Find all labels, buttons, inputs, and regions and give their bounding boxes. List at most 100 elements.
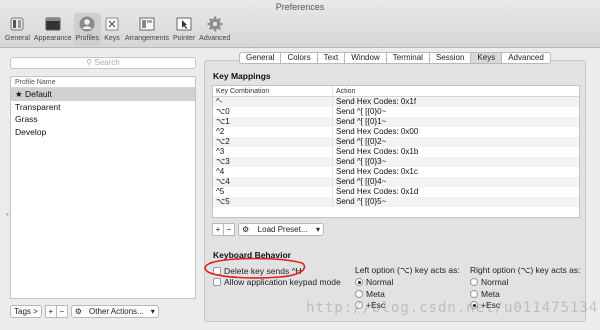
toolbar-pointer-label: Pointer <box>172 35 196 42</box>
table-row[interactable]: ^- Send Hex Codes: 0x1f <box>213 97 579 107</box>
title-bar: Preferences General Appearance Profiles … <box>0 0 600 48</box>
table-row[interactable]: ^5 Send Hex Codes: 0x1d <box>213 187 579 197</box>
key-mappings-header: Key Combination Action <box>213 86 579 97</box>
toolbar-arrangements[interactable]: Arrangements <box>123 13 171 46</box>
profile-row-develop[interactable]: Develop <box>11 126 195 139</box>
table-row[interactable]: ^2 Send Hex Codes: 0x00 <box>213 127 579 137</box>
search-icon: ⚲ <box>86 58 93 67</box>
toolbar-keys[interactable]: Keys <box>101 13 123 46</box>
key-cell: ⌥0 <box>213 107 333 117</box>
radio-selected[interactable] <box>355 278 363 286</box>
key-mappings-rows: ^- Send Hex Codes: 0x1f ⌥0 Send ^[ [{0}0~ … <box>213 97 579 207</box>
action-cell: Send ^[ [{0}5~ <box>336 197 387 206</box>
key-mappings-table: Key Combination Action ^- Send Hex Codes:… <box>212 85 580 218</box>
action-cell: Send ^[ [{0}1~ <box>336 117 387 126</box>
search-input[interactable]: ⚲ Search <box>10 57 196 69</box>
tab-session[interactable]: Session <box>429 52 472 64</box>
toolbar-appearance-label: Appearance <box>33 35 72 42</box>
left-option-normal[interactable]: Normal <box>355 277 393 287</box>
other-actions-label: Other Actions... <box>89 307 144 316</box>
gear-icon: ⚙ <box>74 307 82 316</box>
radio-label: Meta <box>366 289 385 299</box>
toolbar-advanced[interactable]: Advanced <box>197 13 232 46</box>
radio[interactable] <box>355 290 363 298</box>
table-row[interactable]: ^3 Send Hex Codes: 0x1b <box>213 147 579 157</box>
tab-keys[interactable]: Keys <box>471 52 503 64</box>
table-row[interactable]: ⌥5 Send ^[ [{0}5~ <box>213 197 579 207</box>
toolbar-general-label: General <box>5 35 30 42</box>
right-option-normal[interactable]: Normal <box>470 277 508 287</box>
column-key-combination[interactable]: Key Combination <box>213 86 333 96</box>
toolbar-pointer[interactable]: Pointer <box>171 13 197 46</box>
radio-label: Normal <box>481 277 509 287</box>
key-cell: ^3 <box>213 147 333 157</box>
column-action[interactable]: Action <box>333 86 579 96</box>
split-handle[interactable]: • <box>6 210 9 219</box>
toolbar-appearance[interactable]: Appearance <box>32 13 74 46</box>
toolbar-arrangements-label: Arrangements <box>125 35 169 42</box>
arrangements-icon <box>138 15 156 33</box>
profile-tabs: General Colors Text Window Terminal Sess… <box>239 52 551 64</box>
radio-label: Normal <box>366 277 394 287</box>
action-cell: Send ^[ [{0}0~ <box>336 107 387 116</box>
tab-terminal[interactable]: Terminal <box>386 52 430 64</box>
profile-actions-bar: Tags > + − ⚙ Other Actions... ▾ <box>10 305 159 318</box>
tab-text[interactable]: Text <box>317 52 346 64</box>
action-cell: Send ^[ [{0}4~ <box>336 177 387 186</box>
action-cell: Send Hex Codes: 0x1d <box>336 187 419 196</box>
key-cell: ^4 <box>213 167 333 177</box>
window-icon <box>44 15 62 33</box>
tab-advanced[interactable]: Advanced <box>502 52 551 64</box>
tab-general[interactable]: General <box>239 52 282 64</box>
action-cell: Send Hex Codes: 0x00 <box>336 127 419 136</box>
action-cell: Send Hex Codes: 0x1c <box>336 167 418 176</box>
profile-row-default[interactable]: ★ Default <box>11 88 195 101</box>
key-cell: ^- <box>213 97 333 107</box>
toolbar-profiles-label: Profiles <box>75 35 100 42</box>
chevron-down-icon: ▾ <box>150 307 155 316</box>
keys-icon <box>103 15 121 33</box>
profile-list-header[interactable]: Profile Name <box>11 77 195 88</box>
toolbar-advanced-label: Advanced <box>199 35 231 42</box>
search-placeholder: Search <box>94 58 120 67</box>
tags-button[interactable]: Tags > <box>10 305 42 318</box>
remove-mapping-button[interactable]: − <box>223 223 235 236</box>
table-row[interactable]: ⌥1 Send ^[ [{0}1~ <box>213 117 579 127</box>
table-row[interactable]: ⌥2 Send ^[ [{0}2~ <box>213 137 579 147</box>
toolbar-profiles[interactable]: Profiles <box>73 13 102 46</box>
switch-icon <box>8 15 26 33</box>
left-option-label: Left option (⌥) key acts as: <box>355 265 460 275</box>
tab-colors[interactable]: Colors <box>281 52 318 64</box>
watermark: http://blog.csdn.net/u011475134 <box>306 300 599 316</box>
profile-list: Profile Name ★ Default Transparent Grass… <box>10 76 196 299</box>
right-option-meta[interactable]: Meta <box>470 289 500 299</box>
radio-label: Meta <box>481 289 500 299</box>
action-cell: Send ^[ [{0}3~ <box>336 157 387 166</box>
radio[interactable] <box>470 278 478 286</box>
toolbar-general[interactable]: General <box>3 13 32 46</box>
table-row[interactable]: ⌥0 Send ^[ [{0}0~ <box>213 107 579 117</box>
key-cell: ⌥1 <box>213 117 333 127</box>
gear-icon <box>206 15 224 33</box>
key-mappings-title: Key Mappings <box>213 71 271 81</box>
action-cell: Send Hex Codes: 0x1b <box>336 147 419 156</box>
tab-window[interactable]: Window <box>345 52 387 64</box>
action-cell: Send Hex Codes: 0x1f <box>336 97 417 106</box>
profile-row-transparent[interactable]: Transparent <box>11 101 195 114</box>
pointer-icon <box>175 15 193 33</box>
table-row[interactable]: ⌥4 Send ^[ [{0}4~ <box>213 177 579 187</box>
other-actions-dropdown[interactable]: ⚙ Other Actions... ▾ <box>70 305 159 318</box>
table-row[interactable]: ^4 Send Hex Codes: 0x1c <box>213 167 579 177</box>
load-preset-dropdown[interactable]: ⚙ Load Preset... ▾ <box>238 223 324 236</box>
radio[interactable] <box>470 290 478 298</box>
key-cell: ⌥5 <box>213 197 333 207</box>
left-option-meta[interactable]: Meta <box>355 289 385 299</box>
remove-profile-button[interactable]: − <box>55 305 68 318</box>
right-option-label: Right option (⌥) key acts as: <box>470 265 581 275</box>
toolbar: General Appearance Profiles Keys Arrange… <box>3 13 232 46</box>
table-row[interactable]: ⌥3 Send ^[ [{0}3~ <box>213 157 579 167</box>
gear-icon: ⚙ <box>242 225 250 234</box>
profile-settings-panel: Key Mappings Key Combination Action ^- Se… <box>204 60 586 322</box>
profile-row-grass[interactable]: Grass <box>11 113 195 126</box>
profiles-panel: ⚲ Search Profile Name ★ Default Transpar… <box>10 57 196 299</box>
